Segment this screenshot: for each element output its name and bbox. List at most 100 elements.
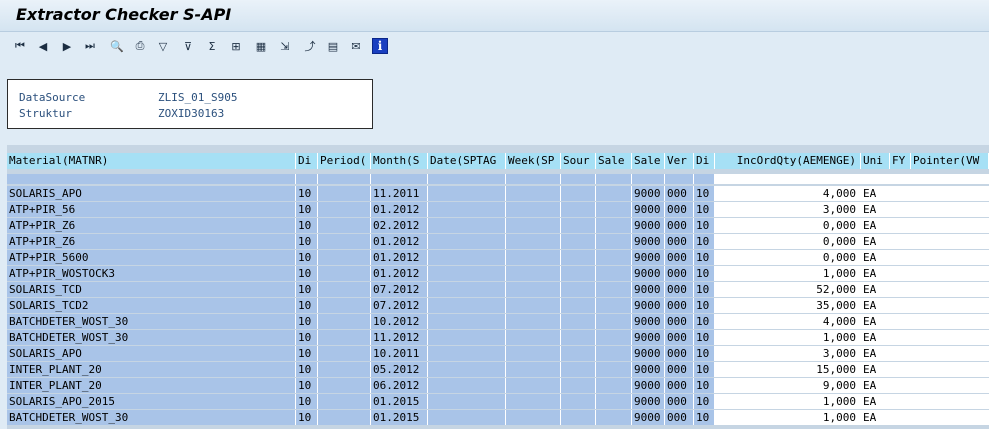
- unit-cell[interactable]: EA: [861, 218, 890, 233]
- version-cell[interactable]: 000: [665, 218, 694, 233]
- fiscal-year-cell[interactable]: [890, 298, 911, 313]
- period-header[interactable]: Period(: [318, 153, 371, 169]
- unit-cell[interactable]: EA: [861, 362, 890, 377]
- version-cell[interactable]: 000: [665, 250, 694, 265]
- division-header[interactable]: Di: [694, 153, 715, 169]
- period-cell[interactable]: [318, 314, 371, 329]
- date-cell[interactable]: [428, 282, 506, 297]
- period-cell[interactable]: [318, 410, 371, 425]
- month-cell[interactable]: 05.2012: [371, 362, 428, 377]
- date-cell[interactable]: [428, 266, 506, 281]
- material-cell[interactable]: ATP+PIR_WOSTOCK3: [7, 266, 296, 281]
- distribution-cell[interactable]: 10: [296, 186, 318, 201]
- source-cell[interactable]: [561, 378, 596, 393]
- sales-org-cell[interactable]: [596, 218, 632, 233]
- source-cell[interactable]: [561, 234, 596, 249]
- source-cell[interactable]: [561, 314, 596, 329]
- week-header[interactable]: Week(SP: [506, 153, 561, 169]
- sum-icon[interactable]: Σ: [204, 38, 220, 54]
- date-cell[interactable]: [428, 202, 506, 217]
- unit-cell[interactable]: EA: [861, 202, 890, 217]
- fiscal-year-cell[interactable]: [890, 362, 911, 377]
- fiscal-year-cell[interactable]: [890, 202, 911, 217]
- unit-cell[interactable]: EA: [861, 314, 890, 329]
- period-cell[interactable]: [318, 330, 371, 345]
- division-cell[interactable]: 10: [694, 330, 715, 345]
- date-cell[interactable]: [428, 330, 506, 345]
- source-cell[interactable]: [561, 362, 596, 377]
- distribution-cell[interactable]: 10: [296, 394, 318, 409]
- material-header[interactable]: Material(MATNR): [7, 153, 296, 169]
- pointer-cell[interactable]: [911, 394, 989, 409]
- division-cell[interactable]: 10: [694, 202, 715, 217]
- sales-office-cell[interactable]: 9000: [632, 202, 665, 217]
- sales-org-cell[interactable]: [596, 266, 632, 281]
- material-cell[interactable]: SOLARIS_TCD: [7, 282, 296, 297]
- version-cell[interactable]: 000: [665, 330, 694, 345]
- spreadsheet-icon[interactable]: ▤: [325, 38, 341, 54]
- week-cell[interactable]: [506, 378, 561, 393]
- month-cell[interactable]: 11.2012: [371, 330, 428, 345]
- sales-org-cell[interactable]: [596, 330, 632, 345]
- period-cell[interactable]: [318, 282, 371, 297]
- sales-office-cell[interactable]: 9000: [632, 314, 665, 329]
- week-cell[interactable]: [506, 202, 561, 217]
- distribution-cell[interactable]: 10: [296, 410, 318, 425]
- week-cell[interactable]: [506, 218, 561, 233]
- period-cell[interactable]: [318, 394, 371, 409]
- week-cell[interactable]: [506, 186, 561, 201]
- material-cell[interactable]: SOLARIS_APO: [7, 186, 296, 201]
- fiscal-year-cell[interactable]: [890, 218, 911, 233]
- division-cell[interactable]: 10: [694, 314, 715, 329]
- material-cell[interactable]: BATCHDETER_WOST_30: [7, 314, 296, 329]
- version-cell[interactable]: 000: [665, 298, 694, 313]
- sales-org-cell[interactable]: [596, 202, 632, 217]
- incoming-order-qty-cell[interactable]: 0,000: [715, 234, 861, 249]
- material-cell[interactable]: SOLARIS_APO_2015: [7, 394, 296, 409]
- period-cell[interactable]: [318, 234, 371, 249]
- sales-org-cell[interactable]: [596, 362, 632, 377]
- fiscal-year-cell[interactable]: [890, 250, 911, 265]
- fiscal-year-cell[interactable]: [890, 394, 911, 409]
- incoming-order-qty-cell[interactable]: 15,000: [715, 362, 861, 377]
- version-cell[interactable]: 000: [665, 394, 694, 409]
- division-cell[interactable]: 10: [694, 266, 715, 281]
- sales-office-cell[interactable]: 9000: [632, 186, 665, 201]
- unit-cell[interactable]: EA: [861, 186, 890, 201]
- week-cell[interactable]: [506, 282, 561, 297]
- distribution-cell[interactable]: 10: [296, 282, 318, 297]
- week-cell[interactable]: [506, 362, 561, 377]
- version-cell[interactable]: 000: [665, 314, 694, 329]
- material-cell[interactable]: INTER_PLANT_20: [7, 362, 296, 377]
- date-cell[interactable]: [428, 378, 506, 393]
- fiscal-year-cell[interactable]: [890, 266, 911, 281]
- material-cell[interactable]: SOLARIS_APO: [7, 346, 296, 361]
- source-cell[interactable]: [561, 266, 596, 281]
- first-page-icon[interactable]: ⏮: [12, 38, 28, 54]
- division-cell[interactable]: 10: [694, 250, 715, 265]
- sales-org-cell[interactable]: [596, 282, 632, 297]
- division-cell[interactable]: 10: [694, 186, 715, 201]
- date-cell[interactable]: [428, 234, 506, 249]
- sales-org-cell[interactable]: [596, 250, 632, 265]
- sales-office-cell[interactable]: 9000: [632, 282, 665, 297]
- fiscal-year-cell[interactable]: [890, 410, 911, 425]
- distribution-cell[interactable]: 10: [296, 266, 318, 281]
- layout-icon[interactable]: ▦: [253, 38, 269, 54]
- month-header[interactable]: Month(S: [371, 153, 428, 169]
- month-cell[interactable]: 10.2012: [371, 314, 428, 329]
- pointer-cell[interactable]: [911, 298, 989, 313]
- period-cell[interactable]: [318, 266, 371, 281]
- month-cell[interactable]: 01.2015: [371, 394, 428, 409]
- sales-org-cell[interactable]: [596, 346, 632, 361]
- sales-org-cell[interactable]: [596, 298, 632, 313]
- pointer-cell[interactable]: [911, 250, 989, 265]
- material-cell[interactable]: ATP+PIR_5600: [7, 250, 296, 265]
- fiscal-year-cell[interactable]: [890, 314, 911, 329]
- version-cell[interactable]: 000: [665, 410, 694, 425]
- material-cell[interactable]: SOLARIS_TCD2: [7, 298, 296, 313]
- date-cell[interactable]: [428, 346, 506, 361]
- incoming-order-qty-cell[interactable]: 1,000: [715, 394, 861, 409]
- version-cell[interactable]: 000: [665, 266, 694, 281]
- version-cell[interactable]: 000: [665, 346, 694, 361]
